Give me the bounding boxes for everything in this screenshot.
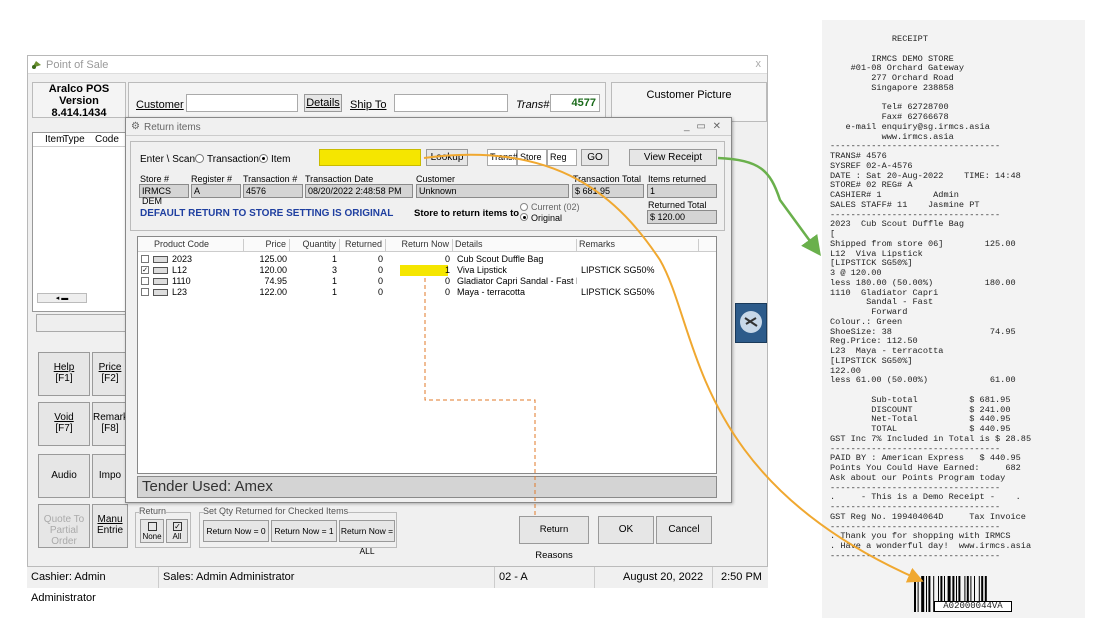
annotation-overlay: [423, 153, 924, 583]
orange-dashed-connector: [424, 278, 536, 516]
green-arrow: [717, 156, 821, 257]
orange-arrow: [423, 153, 924, 583]
